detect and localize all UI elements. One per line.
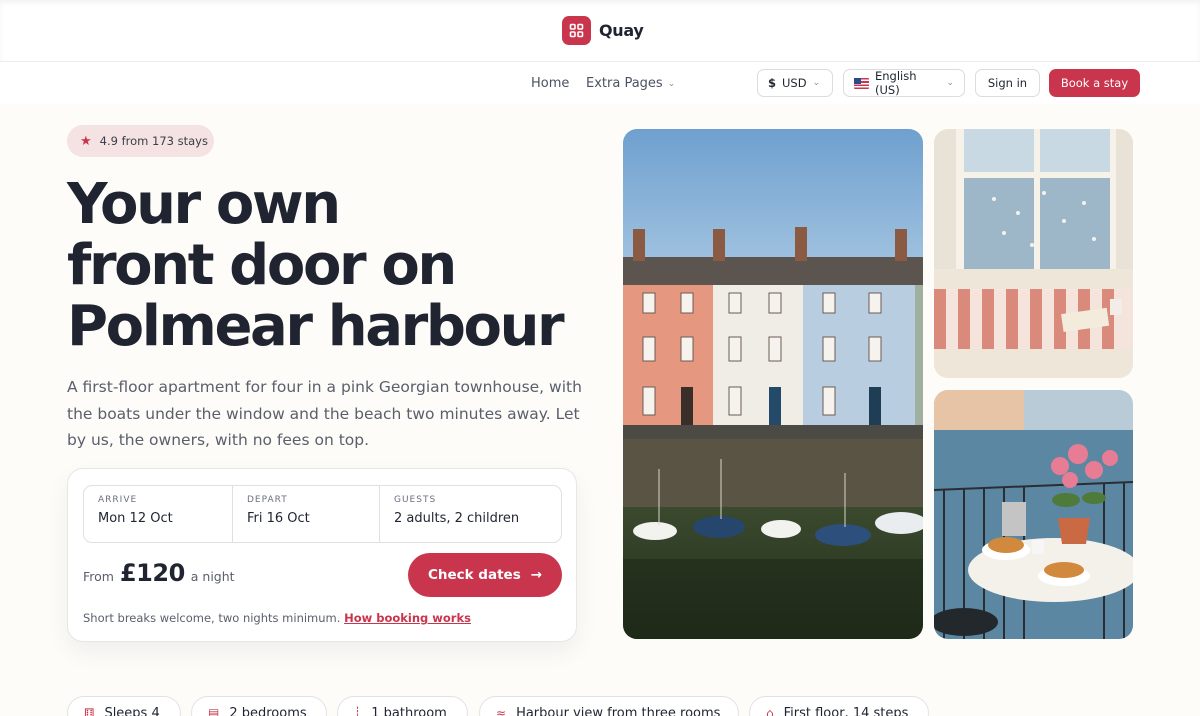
booking-fields: ARRIVE Mon 12 Oct DEPART Fri 16 Oct GUES… xyxy=(83,485,562,543)
top-bar: Quay xyxy=(0,0,1200,62)
sign-in-button[interactable]: Sign in xyxy=(975,69,1040,97)
bed-icon: ▤ xyxy=(208,706,220,716)
arrive-value: Mon 12 Oct xyxy=(98,511,173,526)
chevron-down-icon: ⌄ xyxy=(812,78,821,88)
window-seat-photo[interactable] xyxy=(934,129,1133,378)
hero-description: A first-floor apartment for four in a pi… xyxy=(67,378,582,449)
guests-label: GUESTS xyxy=(394,495,437,505)
price-amount: £120 xyxy=(119,559,185,587)
feature-label: 1 bathroom xyxy=(371,705,447,716)
guests-value: 2 adults, 2 children xyxy=(394,511,520,526)
brand-name: Quay xyxy=(599,21,644,40)
feature-chip-first-floor: ⌂ First floor, 14 steps xyxy=(749,696,929,716)
house-icon: ⌂ xyxy=(766,706,774,716)
rating-badge: ★ 4.9 from 173 stays xyxy=(67,125,214,157)
nav-extra-label: Extra Pages xyxy=(586,76,663,91)
check-dates-button[interactable]: Check dates → xyxy=(408,553,562,597)
currency-symbol: $ xyxy=(768,76,777,90)
chevron-down-icon: ⌄ xyxy=(946,78,954,88)
language-select[interactable]: English (US) ⌄ xyxy=(843,69,965,97)
balcony-breakfast-photo[interactable] xyxy=(934,390,1133,639)
feature-chip-harbour-view: ≈ Harbour view from three rooms xyxy=(479,696,739,716)
chevron-down-icon: ⌄ xyxy=(667,78,676,89)
book-stay-button[interactable]: Book a stay xyxy=(1049,69,1140,97)
feature-chip-sleeps: ⚅ Sleeps 4 xyxy=(67,696,181,716)
language-label: English (US) xyxy=(874,69,917,97)
harbour-townhouses-photo[interactable] xyxy=(623,129,923,639)
feature-chip-bathroom: ┊ 1 bathroom xyxy=(337,696,468,716)
rating-text: 4.9 from 173 stays xyxy=(99,134,208,148)
sign-in-label: Sign in xyxy=(987,76,1028,90)
hero-headline: Your own front door on Polmear harbour xyxy=(67,174,587,357)
feature-label: 2 bedrooms xyxy=(229,705,307,716)
booking-note: Short breaks welcome, two nights minimum… xyxy=(83,611,471,625)
nav-home[interactable]: Home xyxy=(531,76,569,91)
grid-icon xyxy=(562,16,591,45)
headline-line-3: Polmear harbour xyxy=(67,294,565,359)
headline-line-1: Your own xyxy=(67,172,341,237)
depart-label: DEPART xyxy=(247,495,288,505)
feature-chip-bedrooms: ▤ 2 bedrooms xyxy=(191,696,327,716)
headline-line-2: front door on xyxy=(67,233,457,298)
check-dates-label: Check dates xyxy=(427,567,521,583)
price-unit: a night xyxy=(190,569,235,584)
guests-field[interactable]: GUESTS 2 adults, 2 children xyxy=(379,486,561,542)
booking-note-text: Short breaks welcome, two nights minimum… xyxy=(83,611,341,625)
arrow-right-icon: → xyxy=(530,567,543,583)
currency-code: USD xyxy=(782,76,807,90)
nav-extra-pages[interactable]: Extra Pages ⌄ xyxy=(586,76,675,91)
how-booking-works-link[interactable]: How booking works xyxy=(344,611,471,625)
star-icon: ★ xyxy=(80,133,92,149)
arrive-field[interactable]: ARRIVE Mon 12 Oct xyxy=(84,486,232,542)
book-stay-label: Book a stay xyxy=(1060,76,1129,90)
brand[interactable]: Quay xyxy=(562,16,644,45)
nav-bar: Home Extra Pages ⌄ $ USD ⌄ English (US) … xyxy=(0,62,1200,104)
bath-icon: ┊ xyxy=(354,706,362,716)
feature-label: First floor, 14 steps xyxy=(783,705,909,716)
price: From £120 a night xyxy=(83,559,235,587)
feature-label: Sleeps 4 xyxy=(104,705,160,716)
price-from: From xyxy=(83,569,114,584)
currency-select[interactable]: $ USD ⌄ xyxy=(757,69,833,97)
people-icon: ⚅ xyxy=(84,706,95,716)
booking-card: ARRIVE Mon 12 Oct DEPART Fri 16 Oct GUES… xyxy=(67,468,577,642)
us-flag-icon xyxy=(854,77,869,89)
wave-icon: ≈ xyxy=(496,706,507,716)
arrive-label: ARRIVE xyxy=(98,495,138,505)
depart-field[interactable]: DEPART Fri 16 Oct xyxy=(232,486,379,542)
depart-value: Fri 16 Oct xyxy=(247,511,310,526)
feature-label: Harbour view from three rooms xyxy=(516,705,721,716)
